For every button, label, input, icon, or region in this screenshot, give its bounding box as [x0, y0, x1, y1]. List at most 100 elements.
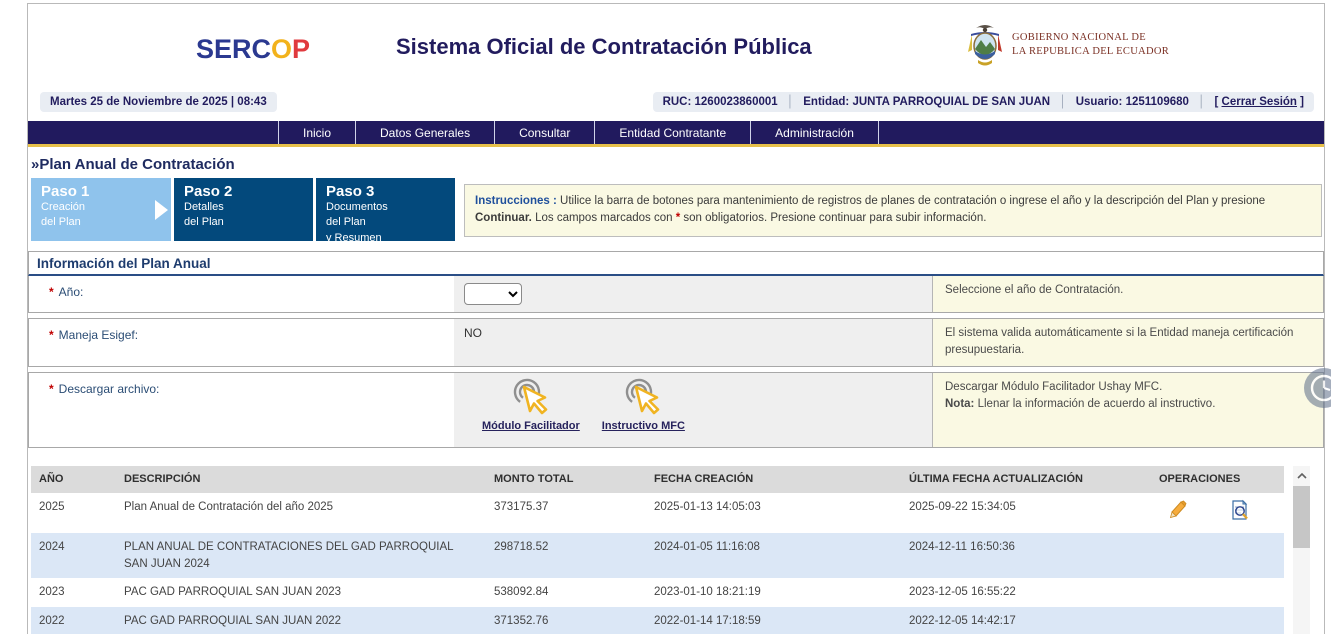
page-title: »Plan Anual de Contratación: [31, 156, 1324, 173]
descargar-label: * Descargar archivo:: [29, 373, 454, 447]
scroll-up-button[interactable]: [1293, 466, 1310, 486]
cell-monto: 373175.37: [486, 493, 646, 533]
ruc-value: 1260023860001: [695, 96, 778, 108]
page: SERCOP Sistema Oficial de Contratación P…: [0, 0, 1331, 634]
step-subtitle: Detalles: [184, 200, 303, 215]
instructions-text: Utilice la barra de botones para manteni…: [560, 195, 1265, 207]
cell-ano: 2024: [31, 533, 116, 578]
modulo-facilitador-link[interactable]: Módulo Facilitador: [482, 420, 580, 432]
usuario-label: Usuario:: [1076, 96, 1123, 108]
view-plan-button[interactable]: [1229, 499, 1251, 527]
step-paso-2[interactable]: Paso 2 Detalles del Plan: [174, 178, 313, 241]
label-text: Año:: [59, 285, 84, 299]
esigef-label: * Maneja Esigef:: [29, 319, 454, 366]
cell-ano: 2023: [31, 578, 116, 607]
ano-value-cell: [454, 276, 932, 312]
bracket: ]: [1297, 96, 1304, 108]
download-click-icon: [510, 377, 552, 419]
cell-monto: 298718.52: [486, 533, 646, 578]
cell-creacion: 2024-01-05 11:16:08: [646, 533, 901, 578]
instructivo-mfc-download[interactable]: Instructivo MFC: [602, 377, 685, 432]
help-line: Descargar Módulo Facilitador Ushay MFC.: [945, 379, 1311, 396]
table-row: 2022PAC GAD PARROQUIAL SAN JUAN 20223713…: [31, 607, 1284, 634]
header-monto-total: MONTO TOTAL: [486, 466, 646, 494]
cell-operaciones: [1151, 493, 1284, 533]
cell-descripcion: PAC GAD PARROQUIAL SAN JUAN 2023: [116, 578, 486, 607]
logo-swirl-o: O: [271, 34, 292, 64]
cell-descripcion: PLAN ANUAL DE CONTRATACIONES DEL GAD PAR…: [116, 533, 486, 578]
cell-monto: 538092.84: [486, 578, 646, 607]
esigef-value: NO: [454, 319, 932, 366]
step-paso-1[interactable]: Paso 1 Creación del Plan: [31, 178, 171, 241]
descargar-value-cell: Módulo Facilitador Instructivo MFC: [454, 373, 932, 447]
instructions-label: Instrucciones :: [475, 195, 557, 207]
year-select[interactable]: [464, 283, 522, 305]
nav-item-datos-generales[interactable]: Datos Generales: [356, 121, 495, 144]
scrollbar-thumb[interactable]: [1293, 486, 1310, 548]
main-nav: Inicio Datos Generales Consultar Entidad…: [28, 121, 1324, 147]
system-title: Sistema Oficial de Contratación Pública: [396, 34, 812, 60]
nav-item-inicio[interactable]: Inicio: [278, 121, 356, 144]
header-ano: AÑO: [31, 466, 116, 494]
usuario-value: 1251109680: [1126, 96, 1189, 108]
pencil-icon: [1165, 499, 1187, 521]
cerrar-sesion-link[interactable]: Cerrar Sesión: [1222, 96, 1297, 108]
cell-monto: 371352.76: [486, 607, 646, 634]
entidad-value: JUNTA PARROQUIAL DE SAN JUAN: [852, 96, 1050, 108]
required-asterisk: *: [49, 285, 54, 299]
separator: │: [781, 96, 800, 108]
cell-descripcion: PAC GAD PARROQUIAL SAN JUAN 2022: [116, 607, 486, 634]
cell-creacion: 2025-01-13 14:05:03: [646, 493, 901, 533]
header-descripcion: DESCRIPCIÓN: [116, 466, 486, 494]
entidad-label: Entidad:: [803, 96, 849, 108]
step-title: Paso 2: [184, 183, 303, 200]
cell-actualizacion: 2023-12-05 16:55:22: [901, 578, 1151, 607]
nav-item-administracion[interactable]: Administración: [751, 121, 879, 144]
cell-creacion: 2022-01-14 17:18:59: [646, 607, 901, 634]
step-subtitle: del Plan: [184, 215, 303, 230]
instructions-box: Instrucciones : Utilice la barra de boto…: [464, 184, 1322, 237]
descargar-help: Descargar Módulo Facilitador Ushay MFC. …: [932, 373, 1323, 447]
nav-item-consultar[interactable]: Consultar: [495, 121, 595, 144]
session-info-badge: RUC: 1260023860001 │ Entidad: JUNTA PARR…: [653, 92, 1314, 112]
help-line: Nota: Llenar la información de acuerdo a…: [945, 396, 1311, 413]
instructivo-mfc-link[interactable]: Instructivo MFC: [602, 420, 685, 432]
table-row: 2025Plan Anual de Contratación del año 2…: [31, 493, 1284, 533]
instructions-text: son obligatorios. Presione continuar par…: [683, 212, 986, 224]
download-click-icon: [622, 377, 664, 419]
cell-actualizacion: 2025-09-22 15:34:05: [901, 493, 1151, 533]
logo-text-p: P: [292, 34, 310, 64]
step-subtitle: Creación: [41, 200, 161, 215]
step-title: Paso 3: [326, 183, 445, 200]
clock-icon: [1302, 366, 1331, 410]
label-text: Descargar archivo:: [59, 382, 160, 396]
history-clock-button[interactable]: [1302, 366, 1331, 410]
required-asterisk: *: [49, 328, 54, 342]
step-paso-3[interactable]: Paso 3 Documentos del Plan y Resumen: [316, 178, 455, 241]
nav-item-entidad-contratante[interactable]: Entidad Contratante: [595, 121, 751, 144]
table-header-row: AÑO DESCRIPCIÓN MONTO TOTAL FECHA CREACI…: [31, 466, 1284, 494]
wizard-steps: Paso 1 Creación del Plan Paso 2 Detalles…: [31, 178, 1322, 241]
government-logo: GOBIERNO NACIONAL DE LA REPUBLICA DEL EC…: [966, 22, 1169, 68]
chevron-up-icon: [1297, 473, 1307, 479]
section-title: Información del Plan Anual: [28, 251, 1324, 276]
info-bar: Martes 25 de Noviembre de 2025 | 08:43 R…: [28, 92, 1324, 112]
ano-help: Seleccione el año de Contratación.: [932, 276, 1323, 312]
step-subtitle: y Resumen: [326, 231, 445, 246]
required-asterisk: *: [676, 212, 680, 224]
modulo-facilitador-download[interactable]: Módulo Facilitador: [482, 377, 580, 432]
plan-info-section: Información del Plan Anual * Año: Selecci…: [28, 251, 1324, 448]
edit-plan-button[interactable]: [1165, 499, 1187, 527]
step-subtitle: del Plan: [326, 215, 445, 230]
cell-ano: 2025: [31, 493, 116, 533]
required-asterisk: *: [49, 382, 54, 396]
gov-text-line2: LA REPUBLICA DEL ECUADOR: [1012, 45, 1169, 59]
esigef-help: El sistema valida automáticamente si la …: [932, 319, 1323, 366]
step-title: Paso 1: [41, 183, 161, 200]
label-text: Maneja Esigef:: [59, 328, 138, 342]
table-scrollbar[interactable]: [1293, 466, 1310, 634]
cell-ano: 2022: [31, 607, 116, 634]
nota-label: Nota:: [945, 398, 974, 410]
ruc-label: RUC:: [663, 96, 692, 108]
separator: │: [1053, 96, 1072, 108]
